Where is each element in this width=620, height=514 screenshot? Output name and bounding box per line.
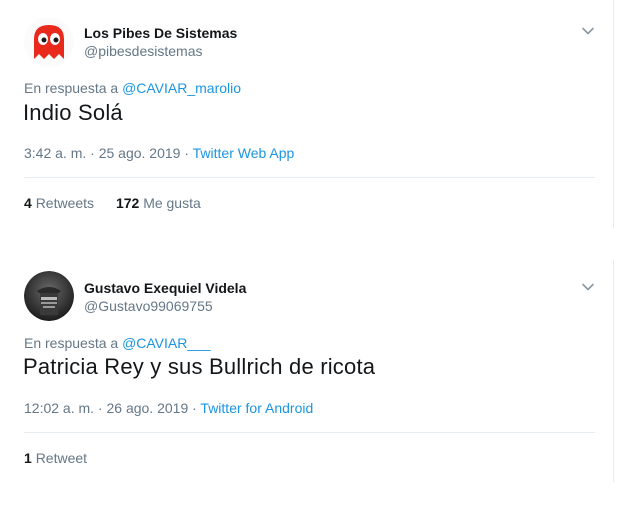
reply-to-link[interactable]: @CAVIAR_marolio: [122, 80, 241, 96]
timestamp[interactable]: 3:42 a. m. · 25 ago. 2019 ·: [24, 145, 189, 161]
tweet-stats: 4 Retweets 172 Me gusta: [24, 195, 219, 211]
retweets-stat[interactable]: 1 Retweet: [24, 450, 87, 466]
author-name[interactable]: Gustavo Exequiel Videla: [84, 280, 246, 296]
tweet-card: Gustavo Exequiel Videla @Gustavo99069755…: [0, 260, 614, 482]
avatar[interactable]: [24, 17, 74, 67]
author-name[interactable]: Los Pibes De Sistemas: [84, 25, 237, 41]
avatar[interactable]: [24, 271, 74, 321]
retweets-count: 4: [24, 195, 32, 211]
source-link[interactable]: Twitter Web App: [193, 145, 295, 161]
tweet-metadata: 12:02 a. m. · 26 ago. 2019 · Twitter for…: [24, 400, 313, 416]
reply-prefix: En respuesta a: [24, 335, 119, 351]
tweet-card: Los Pibes De Sistemas @pibesdesistemas E…: [0, 0, 614, 228]
reply-context: En respuesta a @CAVIAR_marolio: [24, 80, 241, 96]
tweet-metadata: 3:42 a. m. · 25 ago. 2019 · Twitter Web …: [24, 145, 294, 161]
author-handle[interactable]: @Gustavo99069755: [84, 298, 213, 314]
reply-prefix: En respuesta a: [24, 80, 119, 96]
profile-photo: [24, 271, 74, 321]
reply-context: En respuesta a @CAVIAR___: [24, 335, 211, 351]
retweets-label: Retweet: [35, 450, 88, 466]
tweet-stats: 1 Retweet: [24, 450, 105, 466]
red-ghost-icon: [24, 17, 74, 67]
likes-count: 172: [115, 195, 140, 211]
author-handle[interactable]: @pibesdesistemas: [84, 43, 203, 59]
retweets-label: Retweets: [35, 195, 95, 211]
retweets-stat[interactable]: 4 Retweets: [24, 195, 94, 211]
divider: [24, 177, 595, 178]
likes-label: Me gusta: [143, 195, 201, 211]
source-link[interactable]: Twitter for Android: [200, 400, 313, 416]
divider: [24, 432, 595, 433]
timestamp[interactable]: 12:02 a. m. · 26 ago. 2019 ·: [24, 400, 197, 416]
tweet-text: Patricia Rey y sus Bullrich de ricota: [23, 354, 376, 379]
retweets-count: 1: [24, 450, 32, 466]
reply-to-link[interactable]: @CAVIAR___: [122, 335, 211, 351]
chevron-down-icon[interactable]: [581, 280, 595, 294]
tweet-text: Indio Solá: [23, 100, 123, 125]
chevron-down-icon[interactable]: [581, 24, 595, 38]
likes-stat[interactable]: 172 Me gusta: [116, 195, 201, 211]
